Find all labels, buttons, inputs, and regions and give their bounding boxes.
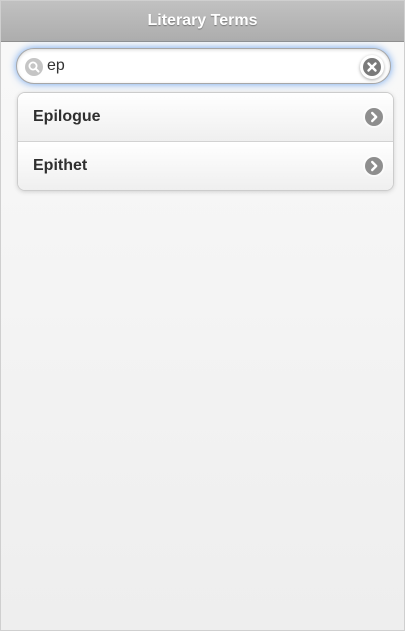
list-item-label: Epithet <box>33 157 88 174</box>
clear-search-button[interactable] <box>360 55 384 79</box>
list-item-label: Epilogue <box>33 108 101 125</box>
search-box <box>16 48 391 84</box>
search-input[interactable] <box>47 54 347 78</box>
app-frame: Literary Terms Epilogue <box>0 0 405 631</box>
search-icon <box>25 58 43 76</box>
results-list: Epilogue Epithet <box>17 92 394 191</box>
page-title: Literary Terms <box>147 12 258 29</box>
list-item[interactable]: Epilogue <box>18 93 393 141</box>
chevron-right-icon <box>365 108 383 126</box>
close-icon <box>363 58 381 76</box>
list-item[interactable]: Epithet <box>18 141 393 190</box>
chevron-right-icon <box>365 157 383 175</box>
header-bar: Literary Terms <box>1 1 404 42</box>
